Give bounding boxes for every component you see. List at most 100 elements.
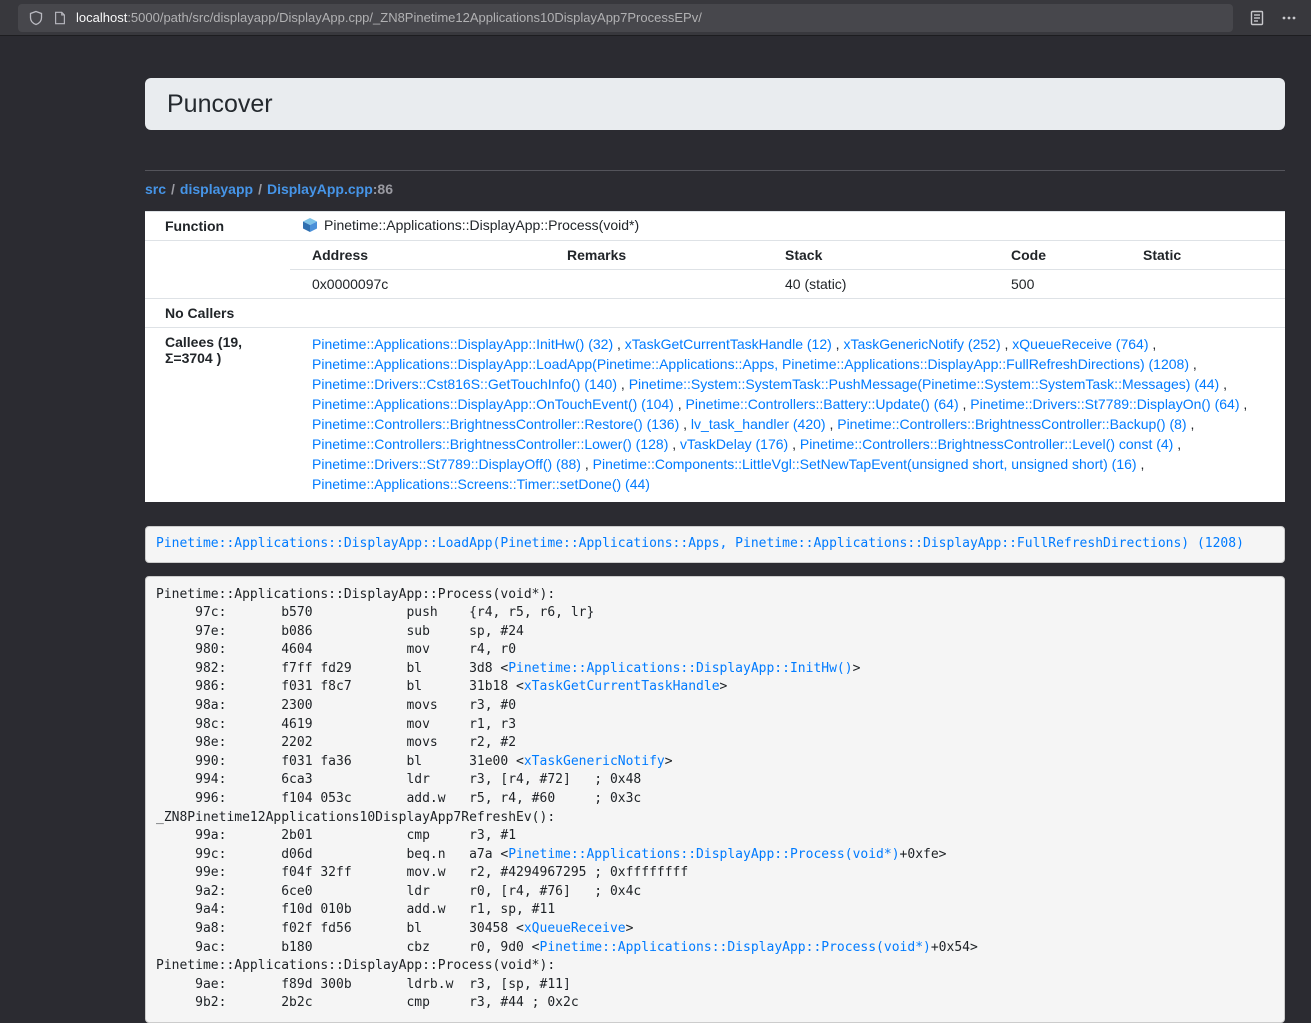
- disassembly-line: 9ae: f89d 300b ldrb.w r3, [sp, #11]: [156, 976, 1274, 995]
- disassembly-line: 97c: b570 push {r4, r5, r6, lr}: [156, 604, 1274, 623]
- disassembly-line: _ZN8Pinetime12Applications10DisplayApp7R…: [156, 809, 1274, 828]
- disassembly-line: 980: 4604 mov r4, r0: [156, 641, 1274, 660]
- callee-link[interactable]: Pinetime::Components::LittleVgl::SetNewT…: [593, 456, 1137, 472]
- browser-chrome: localhost:5000/path/src/displayapp/Displ…: [0, 0, 1311, 36]
- column-header-remarks: Remarks: [545, 241, 763, 270]
- callee-link[interactable]: Pinetime::Controllers::BrightnessControl…: [312, 416, 679, 432]
- callee-link[interactable]: xQueueReceive (764): [1012, 336, 1148, 352]
- callee-link[interactable]: vTaskDelay (176): [680, 436, 788, 452]
- function-row-label: Function: [145, 212, 290, 241]
- disassembly-line: 9a2: 6ce0 ldr r0, [r4, #76] ; 0x4c: [156, 883, 1274, 902]
- callee-separator: ,: [959, 396, 971, 412]
- callee-separator: ,: [581, 456, 593, 472]
- selected-symbol-link[interactable]: Pinetime::Applications::DisplayApp::Load…: [156, 536, 1244, 551]
- disassembly-line: 98a: 2300 movs r3, #0: [156, 697, 1274, 716]
- disassembly-line: 9a8: f02f fd56 bl 30458 <xQueueReceive>: [156, 920, 1274, 939]
- disassembly-line: 994: 6ca3 ldr r3, [r4, #72] ; 0x48: [156, 771, 1274, 790]
- symbol-link[interactable]: Pinetime::Applications::DisplayApp::Proc…: [508, 847, 899, 862]
- callee-link[interactable]: Pinetime::Applications::Screens::Timer::…: [312, 476, 650, 492]
- disassembly-line: 99a: 2b01 cmp r3, #1: [156, 827, 1274, 846]
- breadcrumb-link-src[interactable]: src: [145, 181, 166, 197]
- tracking-shield-icon[interactable]: [28, 10, 44, 26]
- disassembly-line: Pinetime::Applications::DisplayApp::Proc…: [156, 586, 1274, 605]
- disassembly-line: 990: f031 fa36 bl 31e00 <xTaskGenericNot…: [156, 753, 1274, 772]
- callee-link[interactable]: Pinetime::Applications::DisplayApp::Load…: [312, 356, 1189, 372]
- disassembly-line: 97e: b086 sub sp, #24: [156, 623, 1274, 642]
- disassembly-line: 98c: 4619 mov r1, r3: [156, 716, 1274, 735]
- callee-link[interactable]: Pinetime::Applications::DisplayApp::OnTo…: [312, 396, 674, 412]
- breadcrumb-link-displayapp[interactable]: displayapp: [180, 181, 253, 197]
- callees-label: Callees (19, Σ=3704 ): [145, 328, 290, 503]
- breadcrumb-separator: /: [258, 181, 262, 197]
- callee-separator: ,: [1189, 356, 1197, 372]
- url-bar[interactable]: localhost:5000/path/src/displayapp/Displ…: [18, 4, 1233, 32]
- column-header-stack: Stack: [763, 241, 989, 270]
- callee-separator: ,: [826, 416, 838, 432]
- callee-link[interactable]: Pinetime::Controllers::BrightnessControl…: [312, 436, 668, 452]
- divider: [145, 170, 1285, 171]
- selected-symbol-box: Pinetime::Applications::DisplayApp::Load…: [145, 526, 1285, 563]
- function-table: Function Pinetime::Applications::Display…: [145, 211, 1285, 502]
- column-header-code: Code: [989, 241, 1121, 270]
- callee-separator: ,: [1240, 396, 1248, 412]
- code-size-value: 500: [989, 270, 1121, 299]
- disassembly-line: 986: f031 f8c7 bl 31b18 <xTaskGetCurrent…: [156, 678, 1274, 697]
- callee-separator: ,: [1001, 336, 1013, 352]
- disassembly-block: Pinetime::Applications::DisplayApp::Proc…: [145, 576, 1285, 1023]
- callee-link[interactable]: Pinetime::Controllers::Battery::Update()…: [686, 396, 959, 412]
- url-path: :5000/path/src/displayapp/DisplayApp.cpp…: [127, 10, 702, 25]
- address-value: 0x0000097c: [290, 270, 545, 299]
- stats-row-spacer: [145, 241, 290, 299]
- disassembly-line: 9ac: b180 cbz r0, 9d0 <Pinetime::Applica…: [156, 939, 1274, 958]
- more-menu-icon[interactable]: [1281, 10, 1297, 26]
- function-type-icon: [302, 217, 318, 233]
- symbol-link[interactable]: Pinetime::Applications::DisplayApp::Init…: [508, 661, 852, 676]
- callee-link[interactable]: Pinetime::Controllers::BrightnessControl…: [837, 416, 1186, 432]
- disassembly-line: 9a4: f10d 010b add.w r1, sp, #11: [156, 901, 1274, 920]
- callee-separator: ,: [674, 396, 686, 412]
- url-text[interactable]: localhost:5000/path/src/displayapp/Displ…: [76, 10, 702, 25]
- symbol-stats-table: Address Remarks Stack Code Static 0x0000…: [290, 241, 1285, 298]
- callee-link[interactable]: Pinetime::System::SystemTask::PushMessag…: [629, 376, 1220, 392]
- disassembly-line: 9b2: 2b2c cmp r3, #44 ; 0x2c: [156, 994, 1274, 1013]
- symbol-link[interactable]: xQueueReceive: [524, 921, 626, 936]
- breadcrumb: src/displayapp/DisplayApp.cpp:86: [145, 180, 1285, 198]
- remarks-value: [545, 270, 763, 299]
- symbol-link[interactable]: xTaskGetCurrentTaskHandle: [524, 679, 720, 694]
- callee-link[interactable]: Pinetime::Controllers::BrightnessControl…: [800, 436, 1173, 452]
- callee-separator: ,: [617, 376, 629, 392]
- callee-link[interactable]: Pinetime::Drivers::St7789::DisplayOn() (…: [970, 396, 1239, 412]
- callee-separator: ,: [613, 336, 625, 352]
- callee-link[interactable]: Pinetime::Applications::DisplayApp::Init…: [312, 336, 613, 352]
- column-header-address: Address: [290, 241, 545, 270]
- callee-link[interactable]: lv_task_handler (420): [691, 416, 826, 432]
- callee-separator: ,: [1187, 416, 1195, 432]
- column-header-static: Static: [1121, 241, 1285, 270]
- symbol-link[interactable]: xTaskGenericNotify: [524, 754, 665, 769]
- callee-separator: ,: [1219, 376, 1227, 392]
- breadcrumb-separator: /: [171, 181, 175, 197]
- callee-link[interactable]: Pinetime::Drivers::St7789::DisplayOff() …: [312, 456, 581, 472]
- callers-list-empty: [290, 299, 1285, 328]
- callee-separator: ,: [1137, 456, 1145, 472]
- reader-view-icon[interactable]: [1249, 10, 1265, 26]
- symbol-link[interactable]: Pinetime::Applications::DisplayApp::Proc…: [540, 940, 931, 955]
- no-callers-label: No Callers: [145, 299, 290, 328]
- stack-value: 40 (static): [763, 270, 989, 299]
- breadcrumb-link-file[interactable]: DisplayApp.cpp: [267, 181, 373, 197]
- disassembly-line: 982: f7ff fd29 bl 3d8 <Pinetime::Applica…: [156, 660, 1274, 679]
- callee-separator: ,: [788, 436, 800, 452]
- function-name: Pinetime::Applications::DisplayApp::Proc…: [324, 217, 639, 233]
- callee-separator: ,: [832, 336, 844, 352]
- callee-separator: ,: [1148, 336, 1156, 352]
- page-info-icon[interactable]: [53, 11, 67, 25]
- disassembly-line: 98e: 2202 movs r2, #2: [156, 734, 1274, 753]
- url-domain: localhost: [76, 10, 127, 25]
- callee-separator: ,: [1173, 436, 1181, 452]
- callee-link[interactable]: xTaskGetCurrentTaskHandle (12): [625, 336, 832, 352]
- callees-list: Pinetime::Applications::DisplayApp::Init…: [290, 328, 1285, 503]
- callee-separator: ,: [668, 436, 680, 452]
- callee-link[interactable]: Pinetime::Drivers::Cst816S::GetTouchInfo…: [312, 376, 617, 392]
- disassembly-line: Pinetime::Applications::DisplayApp::Proc…: [156, 957, 1274, 976]
- callee-link[interactable]: xTaskGenericNotify (252): [843, 336, 1000, 352]
